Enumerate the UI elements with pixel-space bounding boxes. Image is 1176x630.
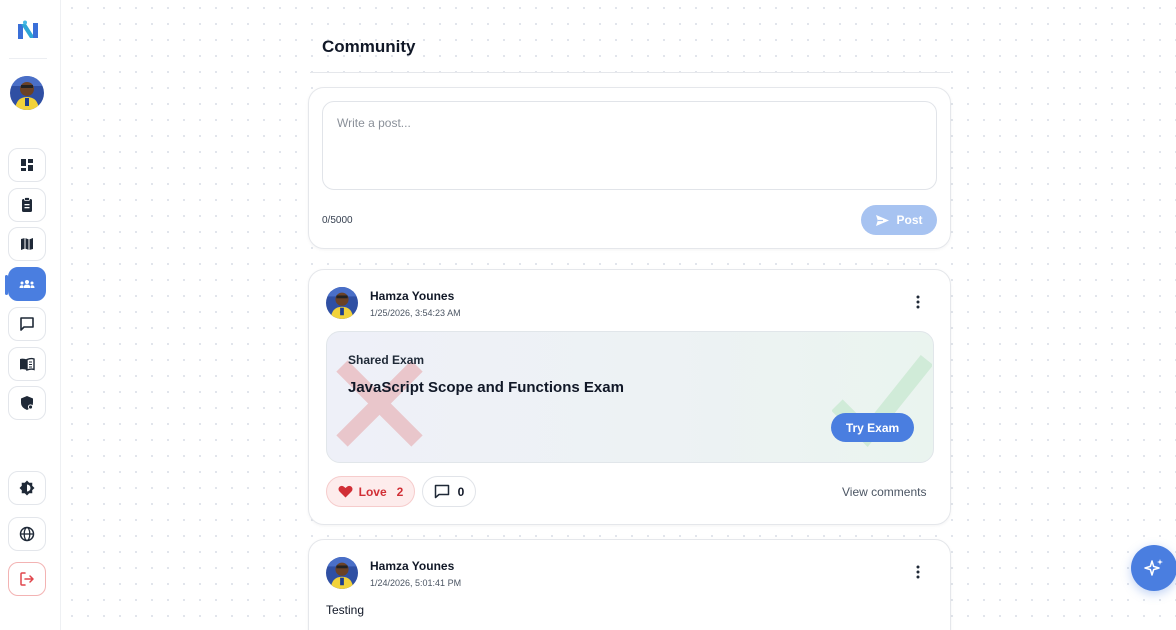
post-composer: 0/5000 Post (308, 87, 951, 249)
cross-decoration-icon (336, 360, 423, 447)
more-options-button[interactable] (909, 292, 927, 312)
post-card: Hamza Younes 1/24/2026, 5:01:41 PM Testi… (308, 539, 951, 630)
globe-icon (19, 526, 35, 542)
post-timestamp: 1/25/2026, 3:54:23 AM (370, 308, 461, 318)
sidebar-divider (9, 58, 47, 59)
author-avatar[interactable] (326, 287, 358, 319)
love-label: Love (358, 484, 387, 499)
ai-assistant-button[interactable] (1131, 545, 1176, 591)
sidebar-item-security[interactable] (8, 386, 46, 420)
post-author[interactable]: Hamza Younes (370, 559, 454, 573)
user-avatar[interactable] (10, 76, 44, 110)
view-comments-link[interactable]: View comments (842, 485, 926, 499)
more-vertical-icon (916, 565, 920, 579)
sidebar-item-exams[interactable] (8, 188, 46, 222)
more-vertical-icon (916, 295, 920, 309)
post-button[interactable]: Post (861, 205, 937, 235)
love-button[interactable]: Love 2 (326, 476, 415, 507)
exam-title: JavaScript Scope and Functions Exam (348, 379, 624, 396)
comment-count: 0 (457, 484, 465, 499)
language-button[interactable] (8, 517, 46, 551)
map-icon (21, 238, 33, 250)
sparkles-icon (1144, 559, 1163, 576)
post-author[interactable]: Hamza Younes (370, 289, 454, 303)
sidebar-item-roadmap[interactable] (8, 227, 46, 261)
logout-icon (20, 572, 34, 586)
page-title: Community (322, 37, 416, 56)
sidebar-item-library[interactable] (8, 347, 46, 381)
try-exam-button[interactable]: Try Exam (831, 413, 914, 442)
post-button-label: Post (896, 213, 923, 227)
post-timestamp: 1/24/2026, 5:01:41 PM (370, 578, 462, 588)
author-avatar[interactable] (326, 557, 358, 589)
logout-button[interactable] (8, 562, 46, 596)
character-count: 0/5000 (322, 215, 353, 226)
more-options-button[interactable] (909, 562, 927, 582)
post-input[interactable] (322, 101, 937, 190)
send-icon (876, 214, 890, 226)
theme-toggle-button[interactable] (8, 471, 46, 505)
heart-icon (338, 485, 353, 498)
shared-exam-card: Shared Exam JavaScript Scope and Functio… (326, 331, 934, 463)
post-card: Hamza Younes 1/25/2026, 3:54:23 AM Share… (308, 269, 951, 525)
book-icon (20, 357, 35, 371)
shared-exam-label: Shared Exam (348, 353, 425, 367)
sidebar-item-community[interactable] (5, 267, 46, 301)
comment-button[interactable]: 0 (422, 476, 476, 507)
dashboard-icon (21, 159, 33, 171)
sidebar-item-chat[interactable] (8, 307, 46, 341)
clipboard-icon (22, 197, 32, 212)
community-icon (19, 280, 35, 288)
post-body: Testing (326, 603, 365, 617)
theme-toggle-icon (19, 480, 35, 496)
chat-icon (20, 317, 34, 331)
sidebar (0, 0, 61, 630)
app-logo[interactable] (16, 19, 40, 43)
sidebar-item-dashboard[interactable] (8, 148, 46, 182)
shield-icon (21, 396, 34, 410)
comment-icon (434, 484, 449, 499)
title-divider (310, 72, 950, 73)
love-count: 2 (396, 484, 404, 499)
